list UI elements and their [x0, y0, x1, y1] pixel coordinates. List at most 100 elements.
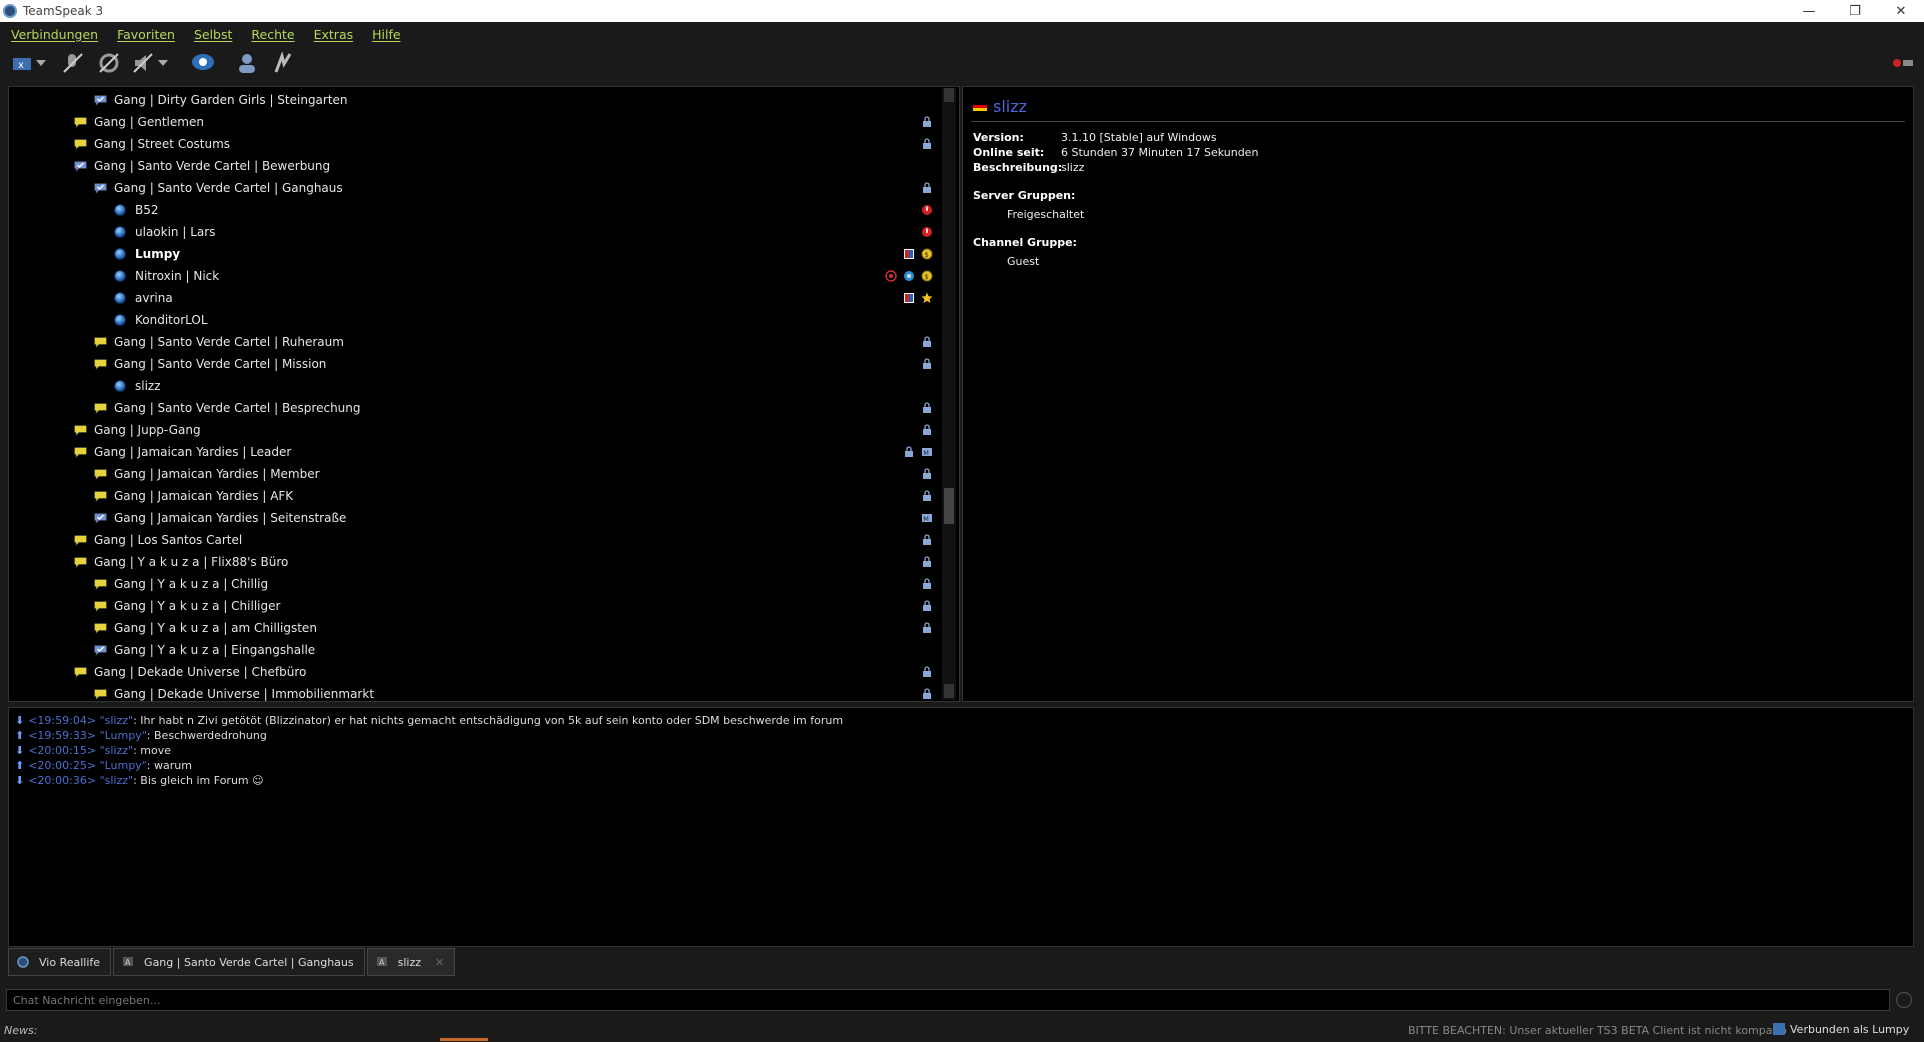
tree-channel[interactable]: Gang | Jamaican Yardies | Member [9, 463, 959, 485]
connection-status[interactable]: Verbunden als Lumpy [1772, 1022, 1909, 1036]
server-group-value: Freigeschaltet [1007, 208, 1085, 221]
contacts-icon[interactable] [234, 50, 260, 76]
tree-user[interactable]: B52 [9, 199, 959, 221]
tab-label: Vio Reallife [39, 955, 101, 969]
tab-private[interactable]: A slizz ✕ [366, 948, 456, 976]
lock-icon [921, 490, 933, 502]
channel-tree[interactable]: Gang | Dirty Garden Girls | Steingarten G… [8, 86, 960, 702]
tree-channel[interactable]: Gang | Santo Verde Cartel | Ganghaus [9, 177, 959, 199]
chat-nickname[interactable]: "slizz" [100, 714, 134, 727]
menu-hilfe[interactable]: Hilfe [372, 27, 400, 42]
tree-channel[interactable]: Gang | Santo Verde Cartel | Mission [9, 353, 959, 375]
private-chat-icon: A [376, 957, 387, 967]
lock-icon [921, 600, 933, 612]
tree-channel[interactable]: Gang | Santo Verde Cartel | Besprechung [9, 397, 959, 419]
svg-text:x: x [18, 60, 24, 71]
channel-active-icon [94, 644, 107, 656]
scroll-thumb[interactable] [944, 488, 954, 524]
tree-channel[interactable]: Gang | Dekade Universe | Immobilienmarkt [9, 683, 959, 701]
divider [971, 121, 1905, 122]
restore-button[interactable]: ❐ [1832, 0, 1878, 22]
channel-icon [74, 666, 87, 678]
online-row: Online seit: 6 Stunden 37 Minuten 17 Seku… [973, 146, 1259, 159]
chat-message-text: : Beschwerdedrohung [146, 729, 267, 742]
tree-channel[interactable]: Gang | Jupp-Gang [9, 419, 959, 441]
tree-channel[interactable]: Gang | Los Santos Cartel [9, 529, 959, 551]
tree-channel[interactable]: Gang | Dirty Garden Girls | Steingarten [9, 89, 959, 111]
speaker-icon[interactable] [130, 50, 156, 76]
tree-user[interactable]: ulaokin | Lars [9, 221, 959, 243]
tab-label: slizz [397, 955, 422, 969]
chat-timestamp: <19:59:04> [28, 714, 97, 727]
connect-dropdown-icon[interactable] [34, 50, 48, 76]
menu-verbindungen[interactable]: Verbindungen [11, 27, 98, 42]
channel-icon [74, 556, 87, 568]
shield-icon [903, 270, 915, 282]
germany-flag-icon [973, 102, 987, 111]
chat-nickname[interactable]: "Lumpy" [100, 729, 147, 742]
menu-rechte[interactable]: Rechte [251, 27, 294, 42]
menu-extras[interactable]: Extras [314, 27, 354, 42]
tab-server[interactable]: Vio Reallife [8, 948, 112, 976]
scroll-down-button[interactable] [944, 684, 954, 698]
mute-headset-icon[interactable] [96, 50, 122, 76]
menu-favoriten[interactable]: Favoriten [117, 27, 175, 42]
hotkey-icon[interactable] [270, 50, 296, 76]
minimize-button[interactable]: — [1786, 0, 1832, 22]
scroll-up-button[interactable] [944, 88, 954, 102]
tree-channel[interactable]: Gang | Y a k u z a | Chillig [9, 573, 959, 595]
chat-nickname[interactable]: "slizz" [100, 744, 134, 757]
connection-text: Verbunden als Lumpy [1790, 1022, 1910, 1036]
tree-item-label: Gang | Jamaican Yardies | Member [114, 467, 320, 481]
tree-channel[interactable]: Gang | Y a k u z a | Chilliger [9, 595, 959, 617]
tab-channel[interactable]: A Gang | Santo Verde Cartel | Ganghaus [113, 948, 365, 976]
direction-arrow-icon: ⬆ [15, 759, 25, 772]
away-icon[interactable] [190, 50, 216, 76]
version-row: Version: 3.1.10 [Stable] auf Windows [973, 131, 1217, 144]
tree-channel[interactable]: Gang | Y a k u z a | Eingangshalle [9, 639, 959, 661]
menu-selbst[interactable]: Selbst [194, 27, 232, 42]
tree-item-label: Gang | Street Costums [94, 137, 231, 151]
tree-channel[interactable]: Gang | Y a k u z a | am Chilligsten [9, 617, 959, 639]
lock-icon [921, 556, 933, 568]
tree-user[interactable]: slizz [9, 375, 959, 397]
mute-mic-icon[interactable] [60, 50, 86, 76]
tree-user[interactable]: avrina [9, 287, 959, 309]
disconnect-icon[interactable]: x [10, 50, 36, 76]
tree-item-label: Gang | Y a k u z a | Chillig [114, 577, 269, 591]
tree-channel[interactable]: Gang | Jamaican Yardies | Leader M [9, 441, 959, 463]
lock-icon [921, 622, 933, 634]
tree-channel[interactable]: Gang | Street Costums [9, 133, 959, 155]
tree-channel[interactable]: Gang | Santo Verde Cartel | Ruheraum [9, 331, 959, 353]
channel-icon [94, 336, 107, 348]
svg-text:M: M [923, 515, 929, 523]
tree-channel[interactable]: Gang | Dekade Universe | Chefbüro [9, 661, 959, 683]
channel-icon [74, 116, 87, 128]
tree-user[interactable]: KonditorLOL [9, 309, 959, 331]
connected-icon [1773, 1023, 1785, 1035]
chat-log[interactable]: ⬇ <19:59:04> "slizz": Ihr habt n Zivi get… [8, 707, 1914, 947]
tree-user[interactable]: Lumpy $ [9, 243, 959, 265]
tree-channel[interactable]: Gang | Gentlemen [9, 111, 959, 133]
channel-group-value: Guest [1007, 255, 1040, 268]
tree-channel[interactable]: Gang | Y a k u z a | Flix88's Büro [9, 551, 959, 573]
tree-channel[interactable]: Gang | Santo Verde Cartel | Bewerbung [9, 155, 959, 177]
speaker-dropdown-icon[interactable] [156, 50, 170, 76]
tree-item-label: Gang | Jamaican Yardies | AFK [114, 489, 294, 503]
record-icon[interactable] [1890, 50, 1916, 76]
close-button[interactable]: ✕ [1878, 0, 1924, 22]
tree-scrollbar[interactable] [942, 88, 956, 700]
tree-user[interactable]: Nitroxin | Nick $ [9, 265, 959, 287]
chat-nickname[interactable]: "Lumpy" [100, 759, 147, 772]
channel-active-icon [94, 94, 107, 106]
emoticon-icon[interactable] [1896, 992, 1912, 1008]
channel-icon [94, 358, 107, 370]
channel-icon [74, 424, 87, 436]
chat-input[interactable]: Chat Nachricht eingeben... [6, 989, 1890, 1011]
direction-arrow-icon: ⬇ [15, 774, 25, 787]
tree-channel[interactable]: Gang | Jamaican Yardies | AFK [9, 485, 959, 507]
description-row: Beschreibung:slizz [973, 161, 1085, 174]
tree-channel[interactable]: Gang | Jamaican Yardies | Seitenstraße M [9, 507, 959, 529]
chat-nickname[interactable]: "slizz" [100, 774, 134, 787]
close-tab-icon[interactable]: ✕ [435, 956, 444, 969]
